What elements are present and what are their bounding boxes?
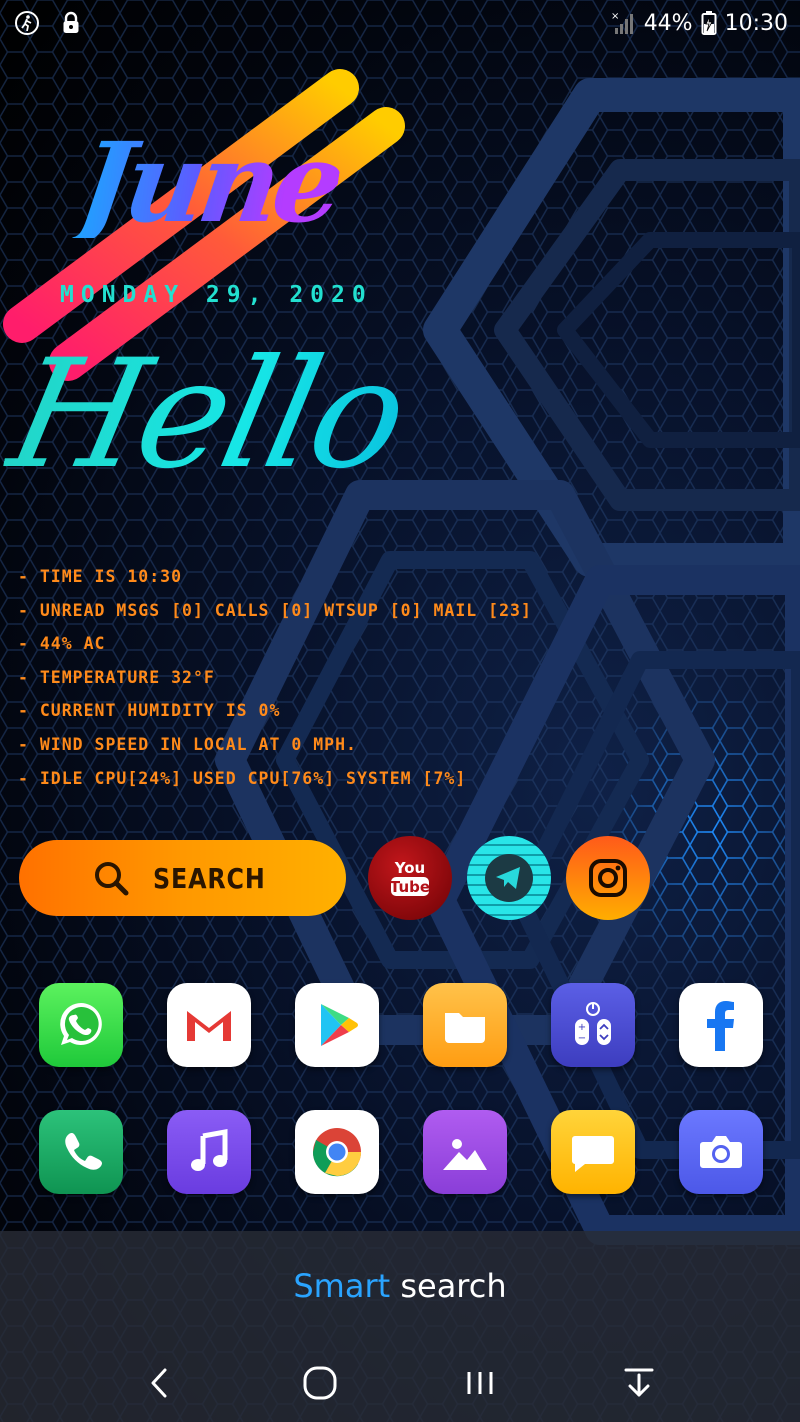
whatsapp-icon (60, 1003, 102, 1045)
signal-icon: × (611, 11, 633, 34)
instagram-shortcut[interactable] (566, 836, 650, 920)
instagram-icon (589, 859, 627, 897)
home-button[interactable] (290, 1359, 350, 1407)
search-icon (95, 862, 129, 896)
recents-button[interactable] (450, 1359, 510, 1407)
facebook-app[interactable] (679, 983, 763, 1067)
message-bubble-icon (572, 1136, 614, 1172)
back-button[interactable] (130, 1359, 190, 1407)
gallery-app[interactable] (423, 1110, 507, 1194)
chrome-icon (312, 1128, 361, 1177)
info-list: - TIME IS 10:30 - UNREAD MSGS [0] CALLS … (18, 565, 532, 800)
svg-text:×: × (611, 11, 619, 22)
files-app[interactable] (423, 983, 507, 1067)
gallery-icon (443, 1139, 487, 1170)
search-label: SEARCH (153, 861, 266, 895)
camera-app[interactable] (679, 1110, 763, 1194)
phone-icon (65, 1133, 102, 1170)
telegram-shortcut[interactable] (467, 836, 551, 920)
battery-charging-icon (701, 11, 717, 35)
svg-text:Tube: Tube (390, 878, 430, 896)
facebook-icon (707, 1001, 734, 1051)
info-cpu: - IDLE CPU[24%] USED CPU[76%] SYSTEM [7%… (18, 768, 467, 788)
lock-icon (63, 11, 79, 33)
date-label: MONDAY 29, 2020 (60, 282, 373, 308)
play-store-icon (321, 1004, 358, 1046)
info-time: - TIME IS 10:30 (18, 567, 183, 586)
battery-percent: 44% (643, 10, 693, 36)
gmail-icon (187, 1011, 231, 1041)
home-circle-icon (303, 1366, 337, 1400)
youtube-icon: You Tube (390, 859, 430, 896)
info-battery: - 44% AC (18, 634, 106, 654)
status-bar: × 44% 10:30 (0, 0, 800, 48)
svg-text:−: − (578, 1033, 586, 1044)
walking-icon (15, 11, 39, 35)
home-screen: × 44% 10:30 June MONDAY 29, 2020 Hello -… (0, 0, 800, 1422)
chrome-app[interactable] (295, 1110, 379, 1194)
svg-text:You: You (394, 859, 425, 877)
search-button[interactable]: SEARCH (19, 840, 346, 916)
folder-icon (445, 1013, 485, 1043)
music-note-icon (191, 1129, 228, 1171)
hide-keyboard-button[interactable] (609, 1359, 669, 1407)
info-temperature: - TEMPERATURE 32°F (18, 667, 215, 687)
gmail-app[interactable] (167, 983, 251, 1067)
messages-app[interactable] (551, 1110, 635, 1194)
whatsapp-app[interactable] (39, 983, 123, 1067)
youtube-shortcut[interactable]: You Tube (368, 836, 452, 920)
play-store-app[interactable] (295, 983, 379, 1067)
smart-search-panel: Smart search (0, 1231, 800, 1422)
svg-text:+: + (578, 1022, 586, 1033)
telegram-icon (485, 854, 533, 902)
remote-app[interactable]: + − (551, 983, 635, 1067)
music-app[interactable] (167, 1110, 251, 1194)
info-wind: - WIND SPEED IN LOCAL AT 0 MPH. (18, 734, 357, 754)
remote-control-icon: + − (575, 1002, 611, 1045)
down-arrow-bar-icon (624, 1368, 654, 1397)
info-humidity: - CURRENT HUMIDITY IS 0% (18, 701, 281, 721)
greeting: Hello (0, 328, 419, 502)
phone-app[interactable] (39, 1110, 123, 1194)
smart-search-rest: search (390, 1267, 507, 1305)
info-unread: - UNREAD MSGS [0] CALLS [0] WTSUP [0] MA… (18, 600, 532, 620)
recents-icon (467, 1372, 493, 1394)
back-chevron-icon (151, 1368, 167, 1398)
smart-search-button[interactable]: Smart search (0, 1267, 800, 1305)
camera-icon (700, 1136, 742, 1168)
month-label: June (71, 118, 348, 247)
smart-search-accent: Smart (293, 1267, 391, 1305)
clock: 10:30 (724, 10, 788, 36)
